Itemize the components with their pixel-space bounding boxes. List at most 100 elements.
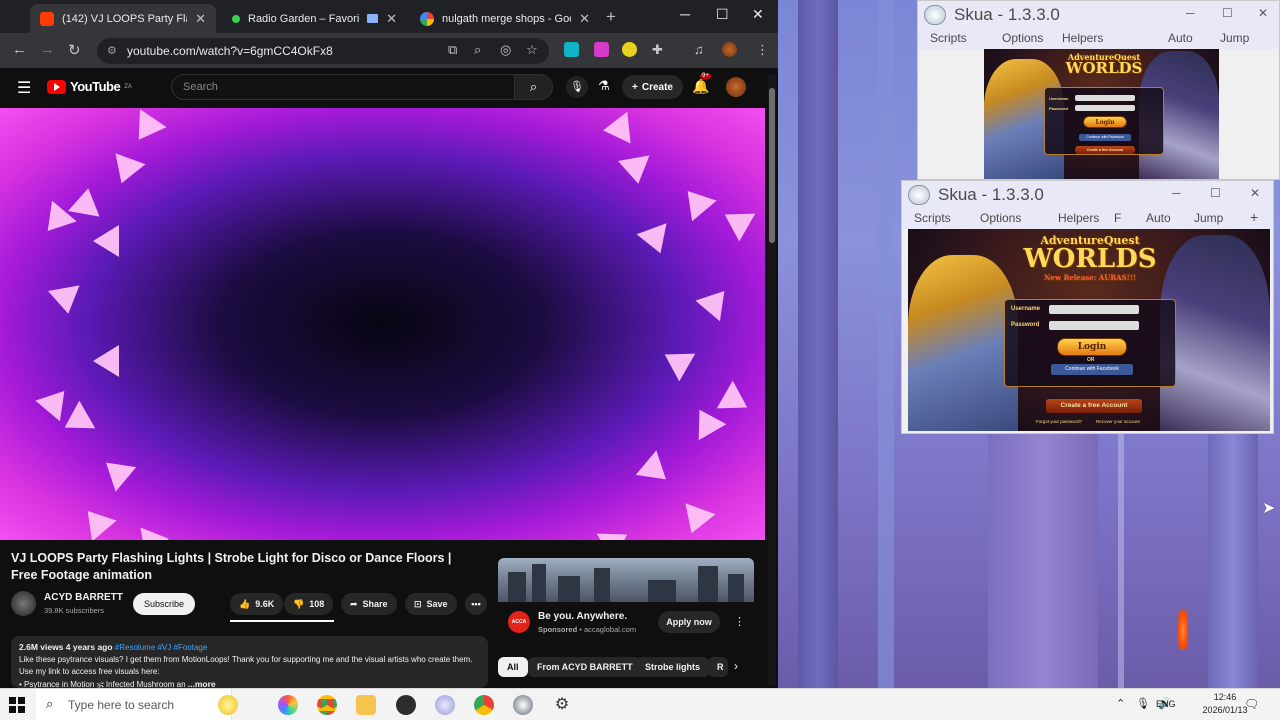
- forward-icon[interactable]: →: [40, 41, 55, 58]
- menu-jump[interactable]: Jump: [1220, 31, 1249, 45]
- menu-truncated[interactable]: F: [1114, 211, 1121, 225]
- minimize-button[interactable]: ─: [680, 6, 690, 22]
- add-tab-icon[interactable]: +: [1250, 209, 1258, 225]
- close-window-button[interactable]: ✕: [1250, 186, 1260, 200]
- maximize-button[interactable]: ☐: [1222, 6, 1233, 20]
- more-actions-button[interactable]: •••: [465, 593, 487, 615]
- extensions-puzzle-icon[interactable]: ✚: [652, 42, 663, 58]
- maximize-button[interactable]: ☐: [1210, 186, 1221, 200]
- facebook-login-button[interactable]: Continue with Facebook: [1079, 134, 1131, 141]
- ad-options-icon[interactable]: ⋮: [734, 615, 745, 628]
- close-tab-icon[interactable]: ✕: [386, 11, 397, 27]
- windows-start-icon[interactable]: [9, 697, 25, 713]
- tray-expand-icon[interactable]: ⌃: [1116, 697, 1125, 710]
- scrollbar-thumb[interactable]: [769, 88, 775, 243]
- zoom-icon[interactable]: ⌕: [474, 42, 481, 58]
- like-button[interactable]: 👍 9.6K: [230, 593, 284, 615]
- menu-hamburger-icon[interactable]: ☰: [17, 78, 31, 98]
- microphone-icon[interactable]: 🎙: [1136, 697, 1150, 710]
- game-viewport[interactable]: AdventureQuest WORLDS Username Password …: [984, 49, 1219, 179]
- skua-window-front[interactable]: Skua - 1.3.3.0 ─ ☐ ✕ Scripts Options Hel…: [901, 180, 1274, 434]
- search-button[interactable]: ⌕: [515, 74, 553, 100]
- reload-icon[interactable]: ↻: [68, 41, 81, 59]
- chrome-menu-icon[interactable]: ⋮: [756, 42, 769, 58]
- chips-next-icon[interactable]: ›: [734, 659, 738, 673]
- file-explorer-icon[interactable]: [356, 695, 376, 715]
- ad-image[interactable]: [498, 558, 754, 602]
- labs-icon[interactable]: ⚗: [598, 78, 610, 94]
- dislike-button[interactable]: 👎 108: [284, 593, 334, 615]
- minimize-button[interactable]: ─: [1186, 6, 1195, 20]
- ad-title[interactable]: Be you. Anywhere.: [538, 611, 627, 622]
- subscribe-button[interactable]: Subscribe: [133, 593, 195, 615]
- show-more-link[interactable]: ...more: [188, 679, 216, 688]
- forgot-password-link[interactable]: Forgot your password?: [1036, 419, 1082, 424]
- maximize-button[interactable]: ☐: [716, 6, 729, 23]
- username-field[interactable]: [1075, 95, 1135, 101]
- menu-options[interactable]: Options: [980, 211, 1021, 225]
- youtube-logo[interactable]: YouTube ZA: [47, 79, 132, 94]
- voice-search-button[interactable]: 🎙: [566, 76, 588, 98]
- close-window-button[interactable]: ✕: [1258, 6, 1268, 20]
- account-avatar[interactable]: [726, 77, 746, 97]
- app-icon[interactable]: [278, 695, 298, 715]
- chrome-profile-icon[interactable]: [474, 695, 494, 715]
- tracking-protection-icon[interactable]: ◎: [500, 42, 511, 58]
- language-indicator[interactable]: ENG: [1156, 699, 1176, 709]
- menu-options[interactable]: Options: [1002, 31, 1043, 45]
- facebook-login-button[interactable]: Continue with Facebook: [1051, 364, 1133, 375]
- menu-helpers[interactable]: Helpers: [1062, 31, 1103, 45]
- skua-window-back[interactable]: Skua - 1.3.3.0 ─ ☐ ✕ Scripts Options Hel…: [917, 0, 1280, 180]
- chip-related[interactable]: R: [708, 657, 728, 677]
- menu-auto[interactable]: Auto: [1168, 31, 1193, 45]
- search-input[interactable]: Search: [171, 74, 515, 100]
- chip-all[interactable]: All: [498, 657, 528, 677]
- skua-taskbar-icon[interactable]: [513, 695, 533, 715]
- extension-icon[interactable]: [594, 42, 609, 57]
- profile-avatar[interactable]: [722, 42, 737, 57]
- new-tab-button[interactable]: +: [606, 7, 616, 27]
- menu-scripts[interactable]: Scripts: [930, 31, 967, 45]
- close-tab-icon[interactable]: ✕: [195, 11, 206, 27]
- game-viewport[interactable]: AdventureQuest WORLDS New Release: AURAS…: [908, 229, 1270, 431]
- menu-scripts[interactable]: Scripts: [914, 211, 951, 225]
- chip-strobe-lights[interactable]: Strobe lights: [636, 657, 710, 677]
- notifications-bell-icon[interactable]: 🔔: [692, 78, 709, 95]
- password-field[interactable]: [1075, 105, 1135, 111]
- create-account-button[interactable]: Create a free Account: [1075, 146, 1135, 154]
- apply-now-button[interactable]: Apply now: [658, 611, 720, 633]
- hashtags[interactable]: #Resolume #VJ #Footage: [115, 643, 208, 652]
- chip-from-channel[interactable]: From ACYD BARRETT: [528, 657, 642, 677]
- channel-name[interactable]: ACYD BARRETT: [44, 592, 123, 603]
- site-info-icon[interactable]: ⚙: [107, 44, 117, 57]
- bookmark-star-icon[interactable]: ☆: [526, 42, 538, 58]
- settings-gear-icon[interactable]: ⚙: [552, 695, 572, 715]
- tab-google-search[interactable]: nulgath merge shops - Google ✕: [410, 4, 600, 33]
- app-icon[interactable]: [435, 695, 455, 715]
- create-account-button[interactable]: Create a free Account: [1046, 399, 1142, 413]
- advertiser-logo[interactable]: ACCA: [508, 611, 530, 633]
- recover-account-link[interactable]: Recover your account: [1096, 419, 1140, 424]
- media-control-icon[interactable]: ♫: [694, 42, 704, 57]
- window-titlebar[interactable]: Skua - 1.3.3.0 ─ ☐ ✕: [902, 181, 1273, 209]
- window-titlebar[interactable]: Skua - 1.3.3.0 ─ ☐ ✕: [918, 1, 1279, 29]
- back-icon[interactable]: ←: [12, 41, 27, 58]
- username-field[interactable]: [1049, 305, 1139, 314]
- create-button[interactable]: + Create: [622, 75, 683, 99]
- channel-avatar[interactable]: [11, 591, 36, 616]
- chrome-taskbar-icon[interactable]: [317, 695, 337, 715]
- close-window-button[interactable]: ✕: [752, 6, 764, 23]
- menu-jump[interactable]: Jump: [1194, 211, 1223, 225]
- extension-icon[interactable]: [622, 42, 637, 57]
- close-tab-icon[interactable]: ✕: [579, 11, 590, 27]
- video-player[interactable]: [0, 108, 765, 540]
- login-button[interactable]: Login: [1083, 116, 1127, 128]
- share-button[interactable]: ➦ Share: [341, 593, 397, 615]
- password-field[interactable]: [1049, 321, 1139, 330]
- tab-youtube[interactable]: (142) VJ LOOPS Party Flashing L ✕: [30, 4, 216, 33]
- login-button[interactable]: Login: [1057, 338, 1127, 356]
- tab-radio-garden[interactable]: Radio Garden – Favorites ✕: [222, 4, 407, 33]
- page-scrollbar[interactable]: [768, 74, 776, 686]
- install-app-icon[interactable]: ⧉: [448, 42, 457, 58]
- menu-helpers[interactable]: Helpers: [1058, 211, 1099, 225]
